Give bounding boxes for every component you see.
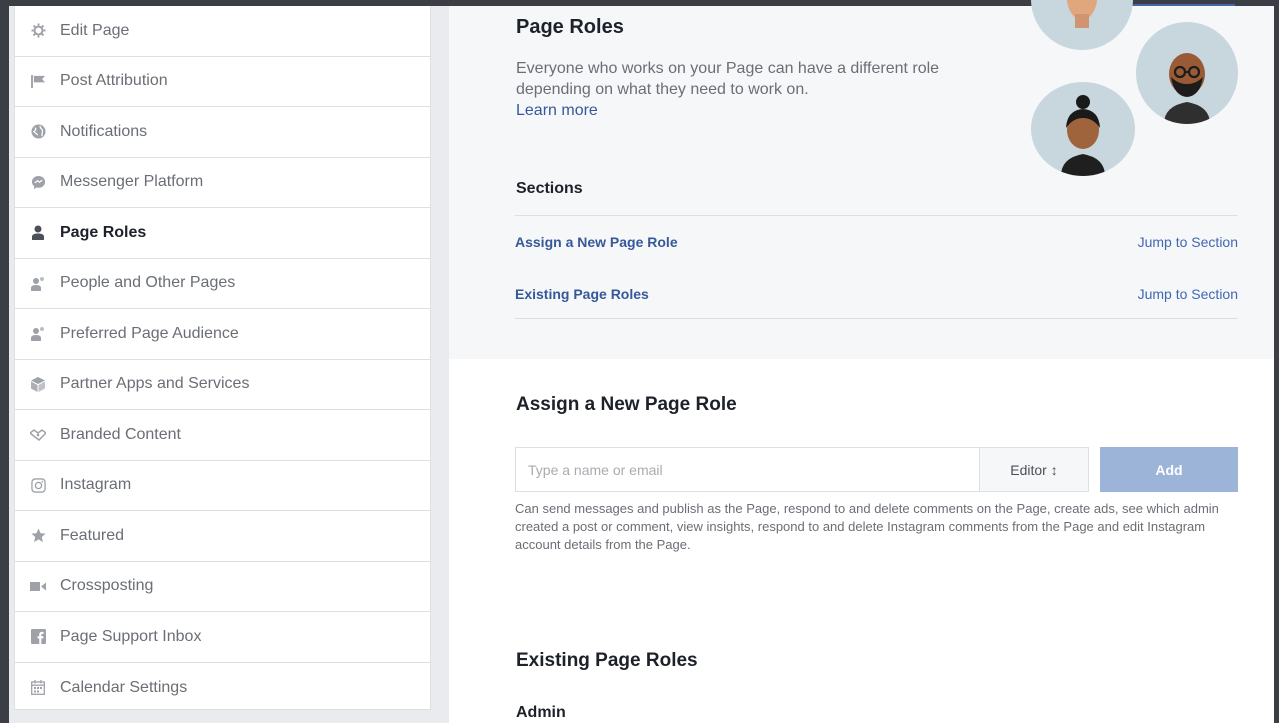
assign-new-role-section-link[interactable]: Assign a New Page Role <box>515 234 678 250</box>
section-row-existing: Existing Page Roles Jump to Section <box>515 286 1238 302</box>
illustration-avatar-woman <box>1031 82 1135 176</box>
sidebar-item-label: Partner Apps and Services <box>60 375 250 393</box>
sidebar-item-branded-content[interactable]: Branded Content <box>15 410 430 461</box>
sidebar-item-messenger-platform[interactable]: Messenger Platform <box>15 158 430 208</box>
sidebar-item-page-support-inbox[interactable]: Page Support Inbox <box>15 612 430 663</box>
sidebar-item-label: People and Other Pages <box>60 274 236 292</box>
sidebar-item-calendar-settings[interactable]: Calendar Settings <box>15 663 430 714</box>
facebook-icon <box>30 629 46 645</box>
sidebar-item-label: Page Support Inbox <box>60 627 202 645</box>
name-or-email-input[interactable] <box>515 447 979 492</box>
learn-more-link[interactable]: Learn more <box>516 100 996 121</box>
star-icon <box>30 528 46 544</box>
globe-icon <box>30 124 46 140</box>
jump-to-section-link[interactable]: Jump to Section <box>1138 286 1238 302</box>
sidebar-item-preferred-page-audience[interactable]: Preferred Page Audience <box>15 309 430 360</box>
page-title: Page Roles <box>516 16 624 38</box>
existing-roles-heading: Existing Page Roles <box>516 650 698 671</box>
intro-text: Everyone who works on your Page can have… <box>516 60 940 98</box>
existing-roles-section-link[interactable]: Existing Page Roles <box>515 286 649 302</box>
sections-heading: Sections <box>516 180 583 197</box>
instagram-icon <box>30 477 46 493</box>
sections-divider <box>515 215 1238 216</box>
role-description: Can send messages and publish as the Pag… <box>515 501 1219 552</box>
sidebar-item-post-attribution[interactable]: Post Attribution <box>15 57 430 107</box>
section-row-assign: Assign a New Page Role Jump to Section <box>515 234 1238 250</box>
assign-role-heading: Assign a New Page Role <box>516 394 737 415</box>
role-dropdown[interactable]: Editor ↕ <box>979 447 1089 492</box>
sections-divider <box>515 318 1238 319</box>
sidebar-item-page-roles[interactable]: Page Roles <box>15 208 430 259</box>
jump-to-section-link[interactable]: Jump to Section <box>1138 234 1238 250</box>
sidebar-item-label: Messenger Platform <box>60 173 204 191</box>
person-icon <box>30 225 46 241</box>
gear-icon <box>30 23 46 39</box>
sidebar-item-label: Preferred Page Audience <box>60 324 239 342</box>
video-camera-icon <box>30 578 46 594</box>
sidebar-item-crossposting[interactable]: Crossposting <box>15 562 430 612</box>
people-icon <box>30 326 46 342</box>
sidebar-item-label: Branded Content <box>60 425 181 443</box>
handshake-icon <box>30 427 46 443</box>
calendar-icon <box>30 680 46 696</box>
role-dropdown-value: Editor ↕ <box>1010 461 1058 478</box>
sidebar-item-notifications[interactable]: Notifications <box>15 107 430 158</box>
sidebar-item-label: Crossposting <box>60 577 154 595</box>
sidebar-item-label: Instagram <box>60 476 132 494</box>
people-icon <box>30 275 46 291</box>
sidebar-item-label: Edit Page <box>60 21 130 39</box>
add-button[interactable]: Add <box>1100 447 1238 492</box>
sidebar-item-label: Post Attribution <box>60 72 168 90</box>
assign-role-form: Editor ↕ Add <box>515 447 1238 492</box>
sidebar-item-label: Notifications <box>60 122 148 140</box>
admin-label: Admin <box>516 704 566 721</box>
sidebar-item-edit-page[interactable]: Edit Page <box>15 6 430 57</box>
illustration-avatar-bald-man <box>1136 22 1238 124</box>
chat-bubble-icon <box>30 174 46 190</box>
sidebar-item-label: Page Roles <box>60 223 147 241</box>
sidebar-item-instagram[interactable]: Instagram <box>15 461 430 511</box>
window-frame-right <box>1274 0 1279 723</box>
sidebar-item-partner-apps-and-services[interactable]: Partner Apps and Services <box>15 360 430 410</box>
window-frame-left <box>0 0 9 723</box>
cube-icon <box>30 376 46 392</box>
page-roles-intro: Everyone who works on your Page can have… <box>516 58 996 121</box>
sidebar-item-featured[interactable]: Featured <box>15 511 430 562</box>
sidebar-item-label: Featured <box>60 526 125 544</box>
settings-sidebar: Edit Page Post Attribution Notifications… <box>14 6 431 710</box>
flag-icon <box>30 73 46 89</box>
sidebar-item-people-and-other-pages[interactable]: People and Other Pages <box>15 259 430 309</box>
sidebar-item-label: Calendar Settings <box>60 678 188 696</box>
